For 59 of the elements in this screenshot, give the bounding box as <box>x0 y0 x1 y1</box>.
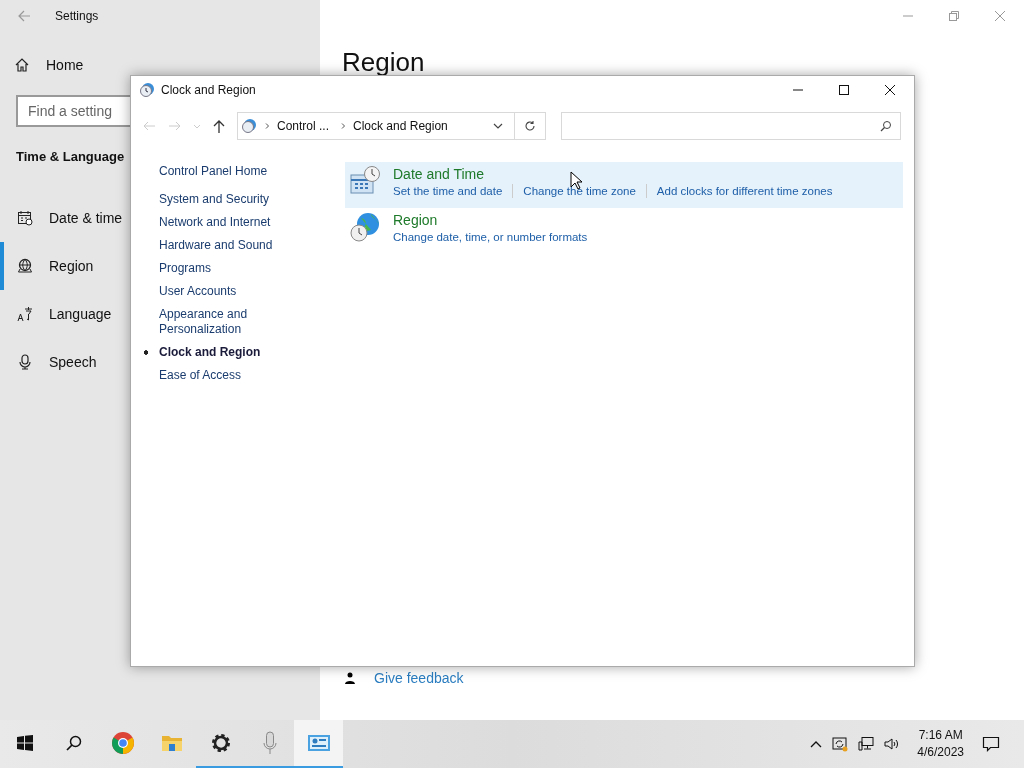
sidebar-link[interactable]: Clock and Region <box>143 345 261 360</box>
globe-icon <box>17 258 33 274</box>
category-link[interactable]: Change the time zone <box>523 183 636 199</box>
search-icon <box>880 120 892 132</box>
search-icon <box>64 734 83 752</box>
clock-time[interactable]: 7:16 AM <box>918 727 963 744</box>
sidebar-link[interactable]: User Accounts <box>159 284 237 299</box>
person-icon <box>344 672 356 684</box>
windows-icon <box>15 734 34 752</box>
restore-icon[interactable] <box>948 10 960 22</box>
back-icon[interactable] <box>16 8 32 24</box>
window-title: Clock and Region <box>161 83 256 97</box>
chevron-right-icon <box>263 122 271 130</box>
nav-item[interactable]: Speech <box>0 338 103 386</box>
calendar-clock-icon <box>17 210 33 226</box>
category-row[interactable]: Date and Time Set the time and date Change the time zone Add clocks for different time zones <box>345 162 903 208</box>
globe-clock-icon <box>349 211 381 243</box>
volume-icon[interactable] <box>884 736 901 752</box>
nav-item[interactable]: Date & time <box>0 194 129 242</box>
sidebar-link[interactable]: Network and Internet <box>159 215 271 230</box>
page-title: Region <box>342 47 426 78</box>
sidebar-link[interactable]: System and Security <box>159 192 270 207</box>
category-title[interactable]: Region <box>393 211 438 229</box>
breadcrumb-item[interactable]: Control ... <box>277 119 330 133</box>
nav-item[interactable]: Language <box>0 290 118 338</box>
address-bar[interactable]: Control ... Clock and Region <box>237 112 546 140</box>
category-link[interactable]: Change date, time, or number formats <box>393 229 588 245</box>
category-link[interactable]: Add clocks for different time zones <box>656 183 833 199</box>
sidebar-link[interactable]: Hardware and Sound <box>159 238 273 253</box>
microphone-icon <box>17 354 33 370</box>
calendar-clock-icon <box>349 165 381 197</box>
language-icon <box>17 306 33 322</box>
close-icon[interactable] <box>884 84 896 96</box>
clock-date[interactable]: 4/6/2023 <box>917 744 964 761</box>
clock-globe-icon <box>139 82 155 98</box>
up-icon[interactable] <box>211 118 227 134</box>
feedback-link[interactable]: Give feedback <box>374 670 464 686</box>
sidebar-link[interactable]: Ease of Access <box>159 368 242 383</box>
category-row[interactable]: Region Change date, time, or number formats <box>345 208 903 254</box>
section-heading: Time & Language <box>16 149 125 164</box>
nav-item[interactable]: Region <box>0 242 100 290</box>
sidebar-link[interactable]: Appearance and Personalization <box>159 307 284 337</box>
sidebar-link[interactable]: Control Panel Home <box>159 162 268 180</box>
home-icon <box>14 57 30 73</box>
window-title: Settings <box>55 9 99 23</box>
browser-icon <box>110 731 135 755</box>
category-link[interactable]: Set the time and date <box>393 183 503 199</box>
home-nav-item[interactable]: Home <box>0 41 90 89</box>
search-field[interactable] <box>561 112 901 140</box>
sidebar-link[interactable]: Programs <box>159 261 211 276</box>
chevron-right-icon <box>339 122 348 130</box>
maximize-icon[interactable] <box>838 84 850 96</box>
network-icon[interactable] <box>858 736 875 752</box>
update-icon[interactable] <box>832 736 849 752</box>
category-title[interactable]: Date and Time <box>393 165 485 183</box>
notification-icon[interactable] <box>982 735 1000 753</box>
clock-globe-icon <box>241 118 257 134</box>
breadcrumb-item[interactable]: Clock and Region <box>353 119 448 133</box>
refresh-icon <box>524 120 536 132</box>
